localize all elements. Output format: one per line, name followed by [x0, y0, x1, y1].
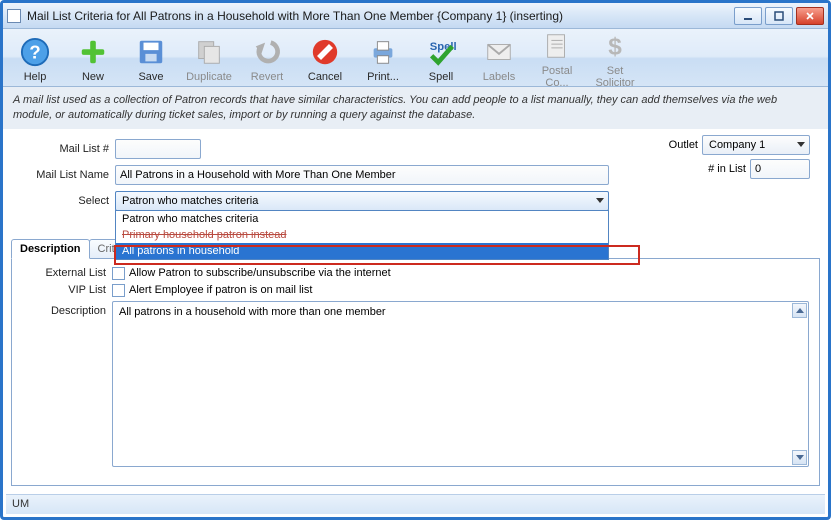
duplicate-button[interactable]: Duplicate	[183, 35, 235, 83]
outlet-select[interactable]: Company 1	[702, 135, 810, 155]
select-label: Select	[15, 195, 115, 207]
svg-text:?: ?	[29, 41, 40, 62]
revert-icon	[250, 35, 284, 69]
revert-button[interactable]: Revert	[241, 35, 293, 83]
external-list-checkbox[interactable]	[112, 267, 125, 280]
postal-button[interactable]: Postal Co...	[531, 29, 583, 89]
intro-text: A mail list used as a collection of Patr…	[3, 87, 828, 129]
chevron-down-icon	[596, 198, 604, 203]
spell-button[interactable]: Spell Spell	[415, 35, 467, 83]
num-in-list-label: # in List	[708, 163, 746, 175]
close-button[interactable]	[796, 7, 824, 25]
postal-label: Postal Co...	[531, 65, 583, 89]
mail-list-name-input[interactable]	[115, 165, 609, 185]
select-dropdown[interactable]: Patron who matches criteria Patron who m…	[115, 191, 609, 211]
spell-label: Spell	[415, 71, 467, 83]
labels-button[interactable]: Labels	[473, 35, 525, 83]
maximize-button[interactable]	[765, 7, 793, 25]
svg-text:$: $	[608, 33, 622, 60]
new-label: New	[67, 71, 119, 83]
new-button[interactable]: New	[67, 35, 119, 83]
plus-icon	[76, 35, 110, 69]
vip-list-checkbox[interactable]	[112, 284, 125, 297]
outlet-label: Outlet	[669, 139, 698, 151]
floppy-icon	[134, 35, 168, 69]
select-option-selected[interactable]: All patrons in household	[116, 243, 608, 259]
cancel-label: Cancel	[299, 71, 351, 83]
mail-list-name-label: Mail List Name	[15, 169, 115, 181]
chevron-down-icon	[797, 142, 805, 147]
cancel-icon	[308, 35, 342, 69]
tab-description[interactable]: Description	[11, 239, 90, 259]
select-value: Patron who matches criteria	[122, 195, 258, 207]
select-options-list: Patron who matches criteria Primary hous…	[115, 210, 609, 260]
mail-list-number-label: Mail List #	[15, 143, 115, 155]
status-text: UM	[12, 498, 29, 510]
save-button[interactable]: Save	[125, 35, 177, 83]
status-bar: UM	[6, 494, 825, 514]
minimize-button[interactable]	[734, 7, 762, 25]
vip-list-text: Alert Employee if patron is on mail list	[129, 284, 312, 296]
window-buttons	[734, 7, 824, 25]
scroll-up-button[interactable]	[792, 303, 807, 318]
help-label: Help	[9, 71, 61, 83]
labels-label: Labels	[473, 71, 525, 83]
spell-icon: Spell	[424, 35, 458, 69]
select-option[interactable]: Primary household patron instead	[116, 227, 608, 243]
form-area: Mail List # Outlet Company 1 Mail List N…	[3, 129, 828, 211]
title-bar: Mail List Criteria for All Patrons in a …	[3, 3, 828, 29]
vip-list-label: VIP List	[22, 284, 112, 296]
outlet-value: Company 1	[709, 139, 765, 151]
mail-list-number-input[interactable]	[115, 139, 201, 159]
external-list-label: External List	[22, 267, 112, 279]
toolbar: ? Help New Save Duplicate Revert Cancel	[3, 29, 828, 87]
help-button[interactable]: ? Help	[9, 35, 61, 83]
tab-body: External List Allow Patron to subscribe/…	[11, 258, 820, 486]
help-icon: ?	[18, 35, 52, 69]
duplicate-icon	[192, 35, 226, 69]
duplicate-label: Duplicate	[183, 71, 235, 83]
scroll-down-button[interactable]	[792, 450, 807, 465]
external-list-text: Allow Patron to subscribe/unsubscribe vi…	[129, 267, 391, 279]
print-icon	[366, 35, 400, 69]
labels-icon	[482, 35, 516, 69]
dollar-icon: $	[598, 29, 632, 63]
save-label: Save	[125, 71, 177, 83]
postal-icon	[540, 29, 574, 63]
system-menu-icon[interactable]	[7, 9, 21, 23]
select-option[interactable]: Patron who matches criteria	[116, 211, 608, 227]
description-textarea[interactable]: All patrons in a household with more tha…	[112, 301, 809, 467]
print-label: Print...	[357, 71, 409, 83]
solicitor-button[interactable]: $ Set Solicitor	[589, 29, 641, 89]
description-value: All patrons in a household with more tha…	[119, 306, 386, 318]
window-title: Mail List Criteria for All Patrons in a …	[27, 9, 734, 23]
cancel-button[interactable]: Cancel	[299, 35, 351, 83]
description-label: Description	[22, 301, 112, 317]
triangle-up-icon	[796, 308, 804, 313]
print-button[interactable]: Print...	[357, 35, 409, 83]
solicitor-label: Set Solicitor	[589, 65, 641, 89]
num-in-list-input[interactable]	[750, 159, 810, 179]
revert-label: Revert	[241, 71, 293, 83]
triangle-down-icon	[796, 455, 804, 460]
